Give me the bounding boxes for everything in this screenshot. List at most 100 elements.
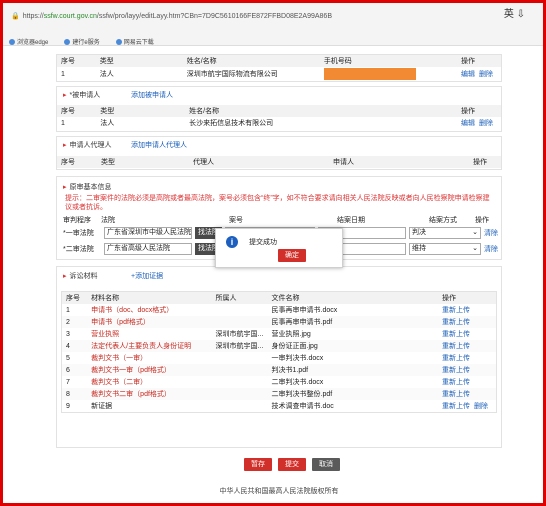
close-method-select[interactable]: 判决 ⌄ bbox=[409, 227, 481, 239]
column-header: 结案方式 bbox=[429, 217, 457, 224]
bookmark-item[interactable]: 浏览器edge bbox=[9, 37, 48, 46]
column-header: 结案日期 bbox=[337, 217, 365, 224]
cell-file-name: 民事再审申请书.docx bbox=[271, 307, 338, 314]
cell-owner bbox=[212, 304, 268, 316]
reupload-link[interactable]: 重新上传 bbox=[442, 403, 470, 410]
edit-link[interactable]: 编辑 bbox=[461, 120, 475, 127]
cell-name: 长沙来拓信息技术有限公司 bbox=[189, 120, 274, 127]
section-title: ▸ 申请人代理人 bbox=[63, 142, 112, 149]
ok-button[interactable]: 确定 bbox=[278, 249, 306, 262]
cell-no: 1 bbox=[61, 70, 65, 78]
caret-icon: ▸ bbox=[63, 92, 67, 99]
cell-no: 2 bbox=[66, 318, 70, 326]
address-bar[interactable]: 🔒 https://ssfw.court.gov.cn/ssfw/pro/layy… bbox=[11, 12, 332, 20]
table-row: 3 营业执照 深圳市航宇国... 营业执照.jpg 重新上传 bbox=[62, 328, 497, 340]
column-header: 所属人 bbox=[215, 295, 237, 302]
respondent-table: 序号 类型 姓名/名称 操作 1 法人 长沙来拓信息技术有限公司 编辑 删除 bbox=[57, 105, 501, 129]
reupload-link[interactable]: 重新上传 bbox=[442, 355, 470, 362]
submit-button[interactable]: 提交 bbox=[278, 458, 306, 471]
cell-material-name: 新证据 bbox=[91, 403, 113, 410]
column-header: 类型 bbox=[99, 58, 114, 65]
cell-material-name: 裁判文书二审（pdf格式） bbox=[91, 391, 171, 398]
section-title: ▸ 诉讼材料 bbox=[63, 273, 98, 280]
column-header: 材料名称 bbox=[91, 295, 120, 302]
cell-owner: 深圳市航宇国... bbox=[215, 343, 264, 350]
table-row: 1 法人 深圳市航宇国际物流有限公司 编辑 删除 bbox=[57, 67, 501, 81]
column-header: 序号 bbox=[61, 159, 75, 166]
reupload-link[interactable]: 重新上传 bbox=[442, 379, 470, 386]
cell-owner bbox=[212, 400, 268, 413]
close-method-select[interactable]: 维持 ⌄ bbox=[409, 243, 481, 255]
agent-table: 序号 类型 代理人 申请人 操作 bbox=[57, 156, 501, 168]
respondent-section: ▸ *被申请人 添加被申请人 序号 类型 姓名/名称 操作 1 法人 长沙来拓信息… bbox=[56, 86, 502, 132]
cell-name: 深圳市航宇国际物流有限公司 bbox=[186, 71, 278, 78]
url-path: /ssfw/pro/layy/editLayy.htm?CBn=7D9C5610… bbox=[96, 13, 332, 20]
table-row: 6 裁判文书一审（pdf格式） 判决书1.pdf 重新上传 bbox=[61, 364, 497, 376]
court-input[interactable]: 广东省高级人民法院 bbox=[104, 243, 192, 255]
delete-link[interactable]: 删除 bbox=[474, 403, 488, 410]
cell-material-name: 裁判文书（二审） bbox=[91, 379, 148, 386]
add-evidence-link[interactable]: +添加证据 bbox=[131, 271, 163, 281]
column-header: 操作 bbox=[475, 217, 489, 224]
table-row: 1 申请书（doc、docx格式） 民事再审申请书.docx 重新上传 bbox=[62, 304, 497, 316]
cell-ops: 重新上传 bbox=[438, 388, 497, 400]
cancel-button[interactable]: 取消 bbox=[312, 458, 340, 471]
table-row: 9 新证据 技术调查申请书.doc 重新上传 删除 bbox=[62, 400, 497, 413]
reupload-link[interactable]: 重新上传 bbox=[442, 331, 470, 338]
cell-file-name: 身份证正面.jpg bbox=[271, 343, 318, 350]
clear-link[interactable]: 清除 bbox=[484, 244, 498, 254]
add-respondent-link[interactable]: 添加被申请人 bbox=[131, 90, 173, 100]
cell-type: 法人 bbox=[99, 71, 114, 78]
browser-chrome: 🔒 https://ssfw.court.gov.cn/ssfw/pro/layy… bbox=[3, 3, 543, 46]
reupload-link[interactable]: 重新上传 bbox=[442, 343, 470, 350]
add-agent-link[interactable]: 添加申请人代理人 bbox=[131, 140, 187, 150]
column-header: 操作 bbox=[461, 108, 475, 115]
bookmark-icon bbox=[115, 38, 122, 45]
reupload-link[interactable]: 重新上传 bbox=[442, 367, 470, 374]
cell-owner bbox=[212, 388, 268, 400]
reupload-link[interactable]: 重新上传 bbox=[442, 391, 470, 398]
cell-material-name: 裁判文书（一审） bbox=[91, 355, 148, 362]
column-header: 操作 bbox=[461, 58, 475, 65]
reupload-link[interactable]: 重新上传 bbox=[442, 307, 470, 314]
edit-link[interactable]: 编辑 bbox=[461, 71, 475, 78]
table-row: 5 裁判文书（一审） 一审判决书.docx 重新上传 bbox=[62, 352, 497, 364]
court-input[interactable]: 广东省深圳市中级人民法院 bbox=[104, 227, 192, 239]
cell-owner bbox=[212, 364, 268, 376]
cell-material-name: 申请书（doc、docx格式） bbox=[91, 307, 174, 314]
action-bar: 暂存 提交 取消 bbox=[244, 458, 340, 471]
cell-owner bbox=[212, 376, 268, 388]
cell-ops: 重新上传 bbox=[438, 328, 497, 340]
section-title: ▸ 原审基本信息 bbox=[63, 184, 112, 191]
dialog-message: 提交成功 bbox=[249, 239, 277, 246]
cell-material-name: 营业执照 bbox=[91, 331, 120, 338]
cell-type: 法人 bbox=[100, 120, 115, 127]
caret-icon: ▸ bbox=[63, 273, 67, 280]
column-header: 序号 bbox=[66, 295, 80, 302]
column-header: 姓名/名称 bbox=[186, 58, 217, 65]
column-header: 手机号码 bbox=[323, 58, 352, 65]
column-header: 序号 bbox=[61, 108, 75, 115]
column-header: 文件名称 bbox=[271, 295, 300, 302]
reupload-link[interactable]: 重新上传 bbox=[442, 319, 470, 326]
column-header: 姓名/名称 bbox=[189, 108, 220, 115]
cell-material-name: 法定代表人/主要负责人身份证明 bbox=[91, 343, 192, 350]
applicant-table: 序号 类型 姓名/名称 手机号码 操作 1 法人 深圳市航宇国际物流有限公司 编… bbox=[57, 55, 501, 81]
column-header: 类型 bbox=[100, 108, 115, 115]
delete-link[interactable]: 删除 bbox=[479, 71, 493, 78]
caret-icon: ▸ bbox=[63, 142, 67, 149]
language-indicator[interactable]: 英 ⇩ bbox=[504, 5, 525, 20]
delete-link[interactable]: 删除 bbox=[479, 120, 493, 127]
success-dialog: i 提交成功 确定 bbox=[215, 228, 343, 268]
column-header: 序号 bbox=[61, 58, 75, 65]
section-title: ▸ *被申请人 bbox=[63, 92, 101, 99]
cell-ops: 重新上传 bbox=[438, 316, 497, 328]
column-header: 操作 bbox=[473, 159, 487, 166]
save-draft-button[interactable]: 暂存 bbox=[244, 458, 272, 471]
bookmark-item[interactable]: 建行e服务 bbox=[64, 37, 100, 46]
bookmark-item[interactable]: 网易云下载 bbox=[115, 37, 154, 46]
clear-link[interactable]: 清除 bbox=[484, 228, 498, 238]
chevron-down-icon: ⌄ bbox=[472, 229, 478, 236]
cell-owner: 深圳市航宇国... bbox=[215, 331, 264, 338]
table-row: 7 裁判文书（二审） 二审判决书.docx 重新上传 bbox=[62, 376, 497, 388]
